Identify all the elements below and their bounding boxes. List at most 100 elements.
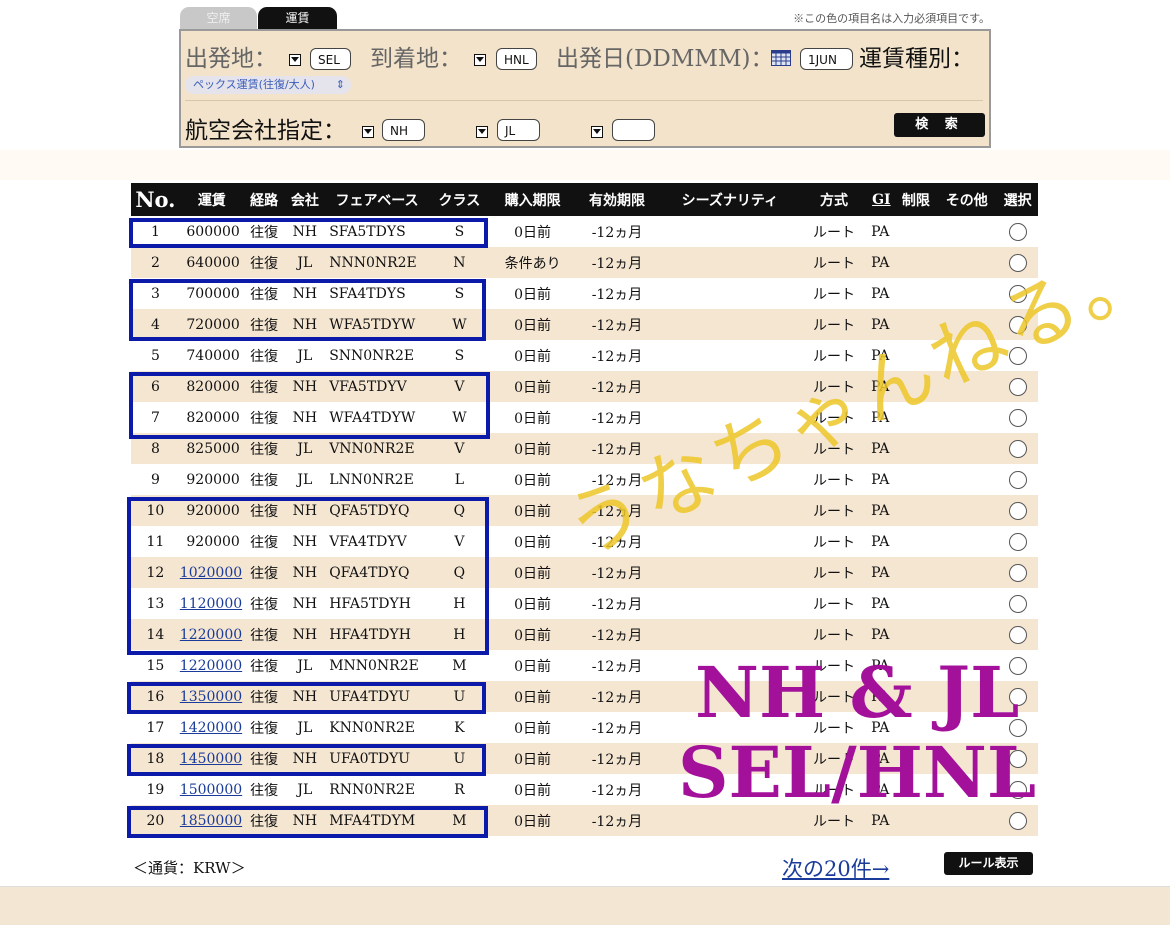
row-other <box>936 619 998 650</box>
select-radio[interactable] <box>1008 625 1027 644</box>
fare-link[interactable]: 1500000 <box>180 782 242 798</box>
row-validity: -12ヵ月 <box>575 743 659 774</box>
highlight-box <box>127 744 486 776</box>
col-header-method: 方式 <box>801 183 868 216</box>
departure-input[interactable]: SEL <box>310 48 351 70</box>
rule-display-button[interactable]: ルール表示 <box>944 852 1033 875</box>
row-seasonality <box>659 340 801 371</box>
row-method: ルート <box>801 247 868 278</box>
select-radio[interactable] <box>1008 222 1027 241</box>
row-select <box>997 619 1038 650</box>
select-radio[interactable] <box>1008 470 1027 489</box>
row-method: ルート <box>801 619 868 650</box>
airline-1-dropdown-icon[interactable] <box>362 126 374 138</box>
next-page-link[interactable]: 次の20件→ <box>782 853 889 883</box>
row-no: 9 <box>150 471 160 488</box>
row-validity: -12ヵ月 <box>575 619 659 650</box>
col-header-route: 経路 <box>243 183 285 216</box>
row-fare-basis: LNN0NR2E <box>329 471 414 488</box>
airline-2-input[interactable]: JL <box>497 119 540 141</box>
row-purchase-deadline: 0日前 <box>489 371 576 402</box>
row-restriction <box>895 495 937 526</box>
calendar-icon[interactable] <box>771 50 791 66</box>
departure-dropdown-icon[interactable] <box>289 54 301 66</box>
overlay-title-line1: NH & JL <box>695 651 1020 734</box>
row-purchase-deadline: 0日前 <box>514 596 552 613</box>
required-note: ※この色の項目名は入力必須項目です。 <box>793 12 990 25</box>
row-other <box>936 464 997 495</box>
panel-divider <box>185 100 983 101</box>
row-route: 往復 <box>243 247 285 278</box>
row-select <box>997 216 1038 247</box>
tab-seat-availability[interactable]: 空席 <box>180 7 257 29</box>
row-carrier: JL <box>297 347 313 364</box>
row-validity: -12ヵ月 <box>575 309 659 340</box>
row-fare: 740000 <box>186 347 240 364</box>
row-gi: PA <box>867 619 896 650</box>
row-seasonality <box>659 588 801 619</box>
row-carrier: JL <box>297 471 313 488</box>
col-header-carrier: 会社 <box>284 183 326 216</box>
select-radio[interactable] <box>1008 811 1027 830</box>
highlight-box <box>127 682 486 714</box>
row-fare-basis: KNN0NR2E <box>329 719 415 736</box>
row-purchase-deadline: 0日前 <box>514 410 552 427</box>
row-seasonality <box>658 309 802 340</box>
col-header-no: No. <box>131 183 180 216</box>
row-carrier: JL <box>297 719 313 736</box>
select-radio[interactable] <box>1008 594 1027 613</box>
row-route: 往復 <box>250 720 279 737</box>
row-validity: -12ヵ月 <box>591 782 643 799</box>
airline-2-dropdown-icon[interactable] <box>476 126 488 138</box>
fare-type-select[interactable]: ペックス運賃(往復/大人) ⇕ <box>185 76 351 94</box>
search-button[interactable]: 検 索 <box>894 113 985 137</box>
row-validity: -12ヵ月 <box>591 348 643 365</box>
table-header-row: No. 運賃 経路 会社 フェアベース クラス 購入期限 有効期限 シーズナリテ… <box>131 183 1038 216</box>
fare-link[interactable]: 1420000 <box>180 720 242 736</box>
row-gi: PA <box>867 247 896 278</box>
row-purchase-deadline: 0日前 <box>514 658 552 675</box>
row-gi: PA <box>871 223 890 240</box>
select-radio[interactable] <box>1008 532 1027 551</box>
col-header-gi[interactable]: GI <box>867 183 896 216</box>
row-fare-basis: RNN0NR2E <box>329 781 416 798</box>
row-carrier: JL <box>297 781 313 798</box>
col-header-fare: 運賃 <box>179 183 244 216</box>
arrival-dropdown-icon[interactable] <box>474 54 486 66</box>
select-radio[interactable] <box>1008 501 1027 520</box>
row-fare-basis: SNN0NR2E <box>329 347 415 364</box>
airline-1-input[interactable]: NH <box>382 119 425 141</box>
bottom-band <box>0 886 1170 925</box>
row-fare: 920000 <box>186 471 240 488</box>
departure-date-input[interactable]: 1JUN <box>800 48 853 70</box>
row-other <box>936 588 997 619</box>
row-gi: PA <box>871 595 890 612</box>
select-radio[interactable] <box>1008 439 1027 458</box>
airline-3-dropdown-icon[interactable] <box>591 126 603 138</box>
table-row: 2 640000 往復 JL NNN0NR2E N 条件あり -12ヵ月 ルート PA <box>131 247 1038 278</box>
highlight-box <box>129 279 486 341</box>
airline-3-input[interactable] <box>612 119 655 141</box>
row-other <box>936 433 998 464</box>
row-seasonality <box>658 557 802 588</box>
row-select <box>997 526 1038 557</box>
row-no: 5 <box>150 347 160 364</box>
highlight-box <box>127 806 488 838</box>
row-fare: 640000 <box>179 247 244 278</box>
highlight-box <box>127 497 489 655</box>
row-select <box>997 433 1038 464</box>
row-gi: PA <box>867 495 896 526</box>
fare-link[interactable]: 1220000 <box>180 658 242 674</box>
row-gi: PA <box>871 285 890 302</box>
row-select <box>997 464 1038 495</box>
row-route: 往復 <box>250 348 279 365</box>
arrival-input[interactable]: HNL <box>496 48 537 70</box>
row-class: R <box>454 781 465 798</box>
overlay-title-line2: SEL/HNL <box>678 731 1037 814</box>
select-radio[interactable] <box>1008 408 1027 427</box>
row-select <box>997 588 1038 619</box>
select-radio[interactable] <box>1008 563 1027 582</box>
row-purchase-deadline: 0日前 <box>489 309 576 340</box>
row-method: ルート <box>813 224 856 241</box>
tab-fare[interactable]: 運賃 <box>258 7 337 29</box>
